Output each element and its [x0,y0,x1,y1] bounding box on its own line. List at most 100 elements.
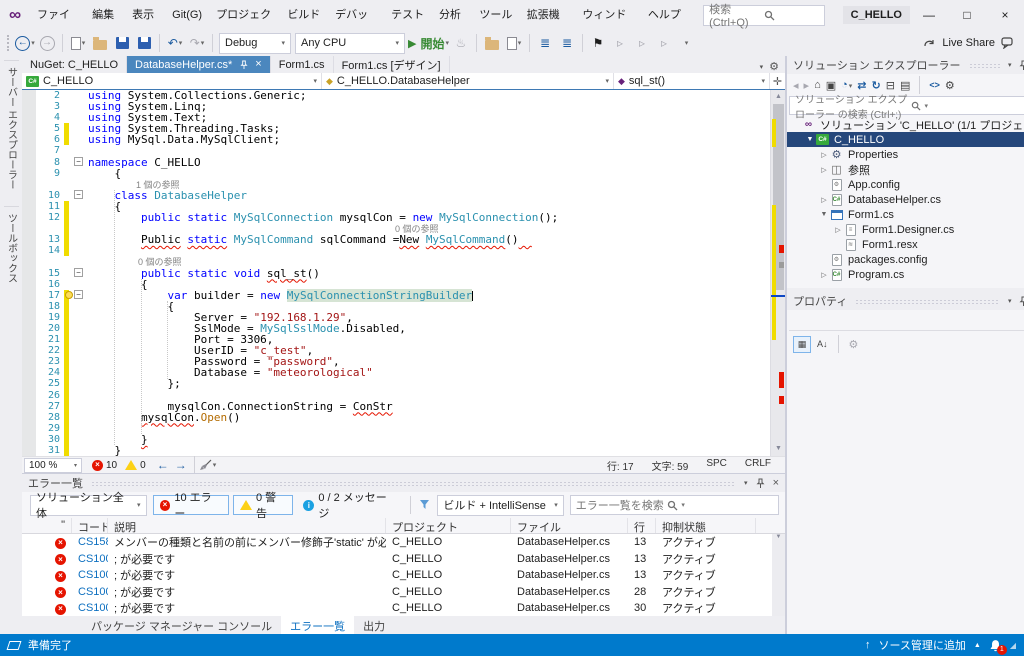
next-issue-arrow-icon[interactable]: → [175,458,187,472]
solution-explorer-search-box[interactable]: ソリューション エクスプローラー の検索 (Ctrl+;) ▾ [789,96,1024,115]
code-line[interactable]: 8−namespace C_HELLO [22,157,770,168]
menu-item[interactable]: プロジェクト(P) [209,4,280,26]
open-file-button[interactable] [90,33,110,53]
solution-tree-item[interactable]: ≋Form1.resx [787,237,1024,252]
indicator-margin[interactable] [22,223,36,234]
bottom-tool-tab[interactable]: エラー一覧 [281,616,354,636]
menu-item[interactable]: 表示(V) [125,4,165,26]
column-header[interactable]: コード [72,518,108,533]
feedback-icon[interactable] [1001,37,1014,49]
window-position-dropdown-icon[interactable]: ▾ [1008,61,1012,69]
side-tool-tab[interactable]: ツールボックス [4,206,19,289]
fold-margin[interactable] [69,367,88,378]
side-tool-tab[interactable]: サーバー エクスプローラー [4,60,19,196]
properties-wrench-icon[interactable]: ⚙ [945,79,955,92]
fold-margin[interactable] [69,245,88,256]
project-dropdown[interactable]: C# C_HELLO▾ [22,73,322,89]
fold-margin[interactable] [69,256,88,267]
code-line[interactable]: 28 mysqlCon.Open() [22,412,770,423]
indicator-margin[interactable] [22,201,36,212]
column-header[interactable]: プロジェクト [386,518,511,533]
fold-margin[interactable] [69,168,88,179]
expanded-arrow-icon[interactable]: ▼ [819,211,829,218]
minimize-button[interactable]: — [910,0,948,30]
view-code-icon[interactable]: <> [929,80,940,90]
prev-bookmark-icon[interactable]: ▹ [610,33,630,53]
member-dropdown[interactable]: ◆ sql_st()▾ [614,73,770,89]
indicator-margin[interactable] [22,234,36,245]
warning-count-icon[interactable] [125,460,137,470]
fold-margin[interactable] [69,356,88,367]
column-header[interactable]: 行 [628,518,656,533]
menu-item[interactable]: ツール(T) [472,4,519,26]
indicator-margin[interactable] [22,390,36,401]
error-code[interactable]: CS1002 [72,601,108,615]
code-line[interactable]: 9 { [22,168,770,179]
code-editor[interactable]: 2using System.Collections.Generic;3using… [22,90,785,456]
indicator-margin[interactable] [22,168,36,179]
navigate-back-button[interactable]: ←▾ [15,33,35,53]
indicator-margin[interactable] [22,423,36,434]
browser-preview-button[interactable]: ▾ [504,33,524,53]
collapsed-arrow-icon[interactable]: ▷ [819,166,829,174]
notifications-bell-icon[interactable]: 1 [989,639,1002,652]
error-row[interactable]: ×CS1002; が必要ですC_HELLODatabaseHelper.cs13… [22,567,785,584]
pin-icon[interactable] [1019,60,1024,71]
pending-changes-filter-icon[interactable]: ◔▾ [841,79,852,91]
errors-filter-button[interactable]: ×10 エラー [153,495,229,515]
error-scope-dropdown[interactable]: ソリューション全体▾ [30,495,147,516]
categorized-view-icon[interactable]: ▦ [793,336,811,353]
fold-margin[interactable] [69,345,88,356]
source-control-dropdown-icon[interactable]: ▲ [974,642,981,649]
collapse-icon[interactable]: − [74,157,83,166]
solution-tree-item[interactable]: ▼Form1.cs [787,207,1024,222]
fold-margin[interactable] [69,179,88,190]
editor-options-gear-icon[interactable]: ⚙ [769,60,779,73]
menu-item[interactable]: 拡張機能(X) [520,4,576,26]
solution-tree-item[interactable]: ⚙App.config [787,177,1024,192]
code-line[interactable]: 10− class DatabaseHelper [22,190,770,201]
fold-margin[interactable] [69,101,88,112]
prev-issue-arrow-icon[interactable]: ← [157,458,169,472]
new-project-button[interactable]: ▾ [68,33,88,53]
indicator-margin[interactable] [22,123,36,134]
pin-icon[interactable] [1019,296,1024,307]
indicator-margin[interactable] [22,334,36,345]
hot-reload-icon[interactable]: ♨ [451,33,471,53]
menu-item[interactable]: ビルド(B) [280,4,328,26]
live-share-icon[interactable] [923,37,936,50]
fold-margin[interactable] [69,378,88,389]
next-bookmark-icon[interactable]: ▹ [632,33,652,53]
error-code[interactable]: CS1002 [72,552,108,566]
code-cleanup-broom-icon[interactable] [199,459,212,471]
fold-margin[interactable] [69,423,88,434]
indicator-margin[interactable] [22,290,36,301]
quick-search-box[interactable]: 検索 (Ctrl+Q) [703,5,825,26]
fold-margin[interactable]: − [69,268,88,279]
indicator-margin[interactable] [22,90,36,101]
status-spc[interactable]: SPC [706,458,727,473]
code-line[interactable]: 12 public static MySqlConnection mysqlCo… [22,212,770,223]
fold-margin[interactable] [69,390,88,401]
solution-tree-item[interactable]: ▷◫参照 [787,162,1024,177]
error-code[interactable]: CS1002 [72,568,108,582]
add-to-source-control-button[interactable]: ソース管理に追加 [878,637,965,653]
error-row[interactable]: ×CS1002; が必要ですC_HELLODatabaseHelper.cs30… [22,600,785,616]
indicator-margin[interactable] [22,256,36,267]
close-button[interactable]: × [986,0,1024,30]
fold-margin[interactable] [69,401,88,412]
maximize-button[interactable]: □ [948,0,986,30]
solution-tree-item[interactable]: ▷⚙Properties [787,147,1024,162]
solution-platform-dropdown[interactable]: Any CPU▾ [295,33,405,54]
bottom-tool-tab[interactable]: パッケージ マネージャー コンソール [82,616,281,636]
fold-margin[interactable] [69,112,88,123]
filter-funnel-icon[interactable] [419,499,431,511]
window-position-dropdown-icon[interactable]: ▾ [744,479,748,487]
error-icon-column-header[interactable]: " [22,518,72,533]
bookmark-icon[interactable]: ⚑ [588,33,608,53]
collapsed-arrow-icon[interactable]: ▷ [819,196,829,204]
type-dropdown[interactable]: ◆ C_HELLO.DatabaseHelper▾ [322,73,614,89]
properties-object-dropdown[interactable]: ▾ [789,312,1024,331]
fold-margin[interactable] [69,212,88,223]
fold-margin[interactable] [69,90,88,101]
